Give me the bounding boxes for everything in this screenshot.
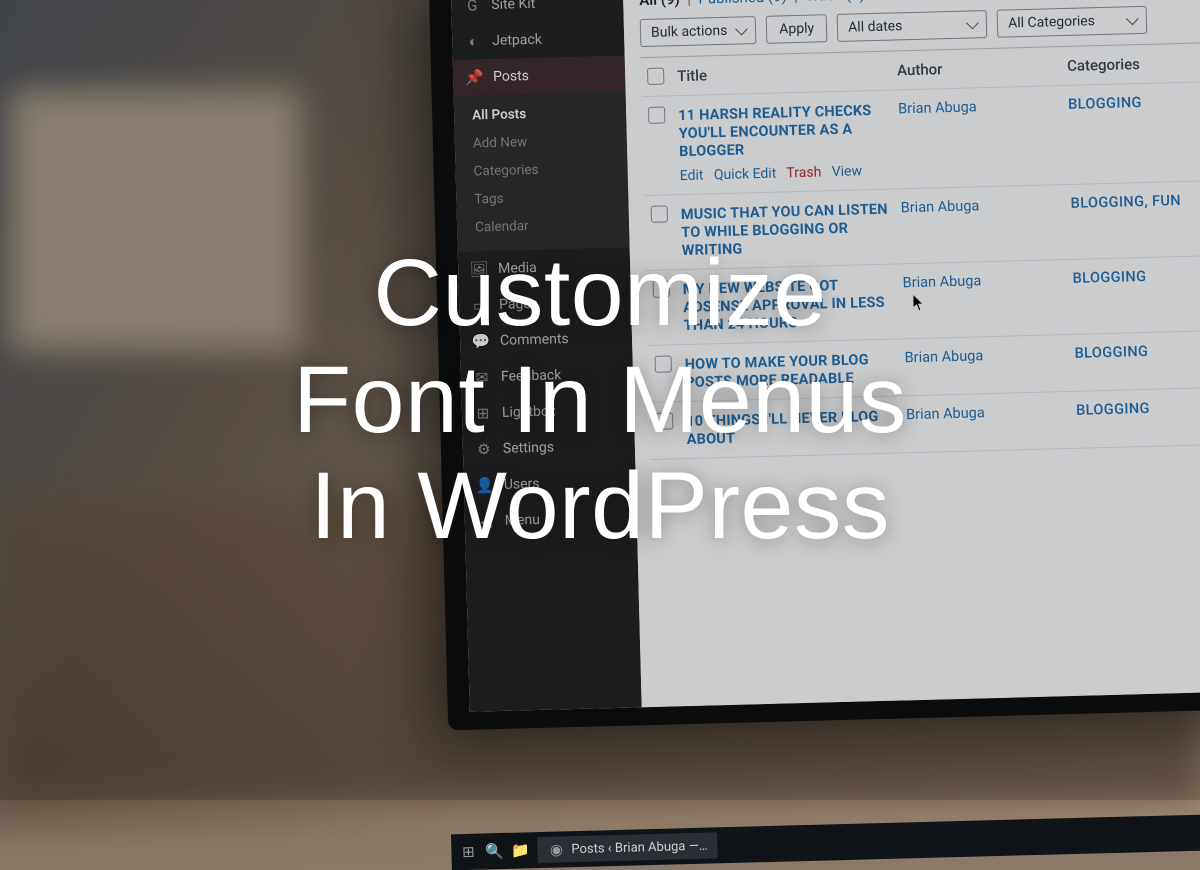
sidebar-item-label: Settings [503, 440, 555, 457]
filter-published[interactable]: Published (9) [698, 0, 791, 8]
pages-icon: ▭ [471, 296, 489, 314]
row-checkbox[interactable] [656, 412, 673, 429]
post-categories-link[interactable]: BLOGGING [1076, 398, 1200, 419]
dates-select[interactable]: All dates [837, 10, 988, 42]
browser-tab[interactable]: ◉ Posts ‹ Brian Abuga —… [537, 832, 718, 863]
post-title-link[interactable]: MUSIC THAT YOU CAN LISTEN TO WHILE BLOGG… [681, 201, 888, 259]
laptop-frame: G Site Kit ◐ Jetpack 📌 Posts All Posts A… [428, 0, 1200, 870]
sidebar-item-label: Comments [500, 331, 569, 349]
post-categories-link[interactable]: BLOGGING [1074, 341, 1200, 362]
sidebar-collapse-menu[interactable]: ◀ Menu [464, 499, 637, 539]
post-title-link[interactable]: HOW TO MAKE YOUR BLOG POSTS MORE READABL… [685, 351, 869, 391]
gear-icon: ⚙ [475, 440, 493, 458]
sidebar-submenu-posts: All Posts Add New Categories Tags Calend… [454, 92, 630, 252]
feedback-icon: ✉ [473, 368, 491, 386]
table-row: MY NEW WEBSITE GOT ADSENSE APPROVAL IN L… [646, 256, 1200, 346]
post-author-link[interactable]: Brian Abuga [906, 402, 1076, 423]
collapse-icon: ◀ [477, 512, 495, 530]
row-checkbox[interactable] [648, 106, 665, 123]
sidebar-item-label: Site Kit [491, 0, 535, 13]
filter-trash[interactable]: Trash (2) [805, 0, 865, 5]
sidebar-item-feedback[interactable]: ✉ Feedback [461, 355, 634, 395]
action-trash[interactable]: Trash [786, 164, 821, 181]
posts-table: Title Author Categories 11 HARSH REALITY… [641, 42, 1200, 460]
sidebar-sub-tags[interactable]: Tags [456, 181, 629, 213]
post-categories-link[interactable]: BLOGGING [1068, 92, 1200, 113]
browser-tab-title: Posts ‹ Brian Abuga —… [571, 838, 707, 857]
col-categories[interactable]: Categories [1067, 53, 1200, 75]
folder-icon[interactable]: 📁 [511, 841, 529, 859]
sidebar-item-settings[interactable]: ⚙ Settings [462, 427, 635, 467]
row-actions: Edit Quick Edit Trash View [680, 162, 900, 184]
post-author-link[interactable]: Brian Abuga [902, 270, 1072, 291]
sidebar-item-label: Jetpack [492, 32, 542, 49]
action-view[interactable]: View [832, 163, 863, 180]
sidebar-sub-all-posts[interactable]: All Posts [454, 98, 627, 130]
media-icon: 🖼 [470, 260, 488, 278]
post-author-link[interactable]: Brian Abuga [898, 96, 1068, 117]
col-title[interactable]: Title [677, 61, 897, 85]
start-icon[interactable]: ⊞ [459, 843, 477, 861]
sidebar-item-posts[interactable]: 📌 Posts [453, 56, 626, 96]
apply-button[interactable]: Apply [766, 14, 828, 44]
action-edit[interactable]: Edit [680, 167, 704, 184]
pin-icon: 📌 [465, 68, 483, 86]
sidebar-item-label: Media [498, 260, 537, 277]
sidebar-item-label: Menu [505, 512, 541, 529]
sidebar-item-users[interactable]: 👤 Users [463, 463, 636, 503]
action-quick-edit[interactable]: Quick Edit [714, 166, 777, 184]
sidebar-item-media[interactable]: 🖼 Media [458, 247, 631, 287]
row-checkbox[interactable] [651, 205, 668, 222]
sidebar-item-jetpack[interactable]: ◐ Jetpack [452, 20, 625, 60]
post-categories-link[interactable]: BLOGGING [1072, 266, 1200, 287]
post-categories-link[interactable]: BLOGGING, FUN [1070, 191, 1200, 212]
row-checkbox[interactable] [653, 280, 670, 297]
sidebar-sub-calendar[interactable]: Calendar [457, 209, 630, 241]
sidebar-sub-add-new[interactable]: Add New [455, 125, 628, 157]
sitekit-icon: G [463, 0, 481, 15]
os-taskbar: ⊞ 🔍 📁 ◉ Posts ‹ Brian Abuga —… [451, 813, 1200, 870]
categories-select[interactable]: All Categories [997, 6, 1148, 38]
users-icon: 👤 [476, 476, 494, 494]
bulk-actions-select[interactable]: Bulk actions [640, 16, 757, 47]
sidebar-item-lightbox[interactable]: ⊞ Lightbox [462, 391, 635, 431]
sidebar-item-label: Posts [493, 68, 529, 85]
background-box [10, 90, 300, 350]
wp-main-panel: All (9) | Published (9) | Trash (2) Bulk… [623, 0, 1200, 707]
comments-icon: 💬 [472, 332, 490, 350]
table-row: MUSIC THAT YOU CAN LISTEN TO WHILE BLOGG… [644, 181, 1200, 271]
post-author-link[interactable]: Brian Abuga [901, 195, 1071, 216]
sidebar-item-label: Lightbox [502, 403, 556, 420]
sidebar-item-label: Pages [499, 296, 538, 313]
sidebar-item-label: Feedback [501, 367, 562, 385]
search-icon[interactable]: 🔍 [485, 842, 503, 860]
wp-sidebar: G Site Kit ◐ Jetpack 📌 Posts All Posts A… [451, 0, 642, 712]
wp-admin-screen: G Site Kit ◐ Jetpack 📌 Posts All Posts A… [451, 0, 1200, 712]
table-row: 11 HARSH REALITY CHECKS YOU'LL ENCOUNTER… [642, 82, 1200, 196]
select-all-checkbox[interactable] [647, 67, 664, 84]
lightbox-icon: ⊞ [474, 404, 492, 422]
sidebar-item-label: Users [504, 476, 540, 493]
sidebar-item-pages[interactable]: ▭ Pages [459, 283, 632, 323]
post-title-link[interactable]: MY NEW WEBSITE GOT ADSENSE APPROVAL IN L… [683, 277, 885, 334]
post-title-link[interactable]: 10 THINGS I'LL NEVER BLOG ABOUT [686, 408, 879, 448]
filter-all[interactable]: All (9) [639, 0, 684, 9]
row-checkbox[interactable] [655, 355, 672, 372]
sidebar-sub-categories[interactable]: Categories [455, 153, 628, 185]
post-author-link[interactable]: Brian Abuga [904, 345, 1074, 366]
chrome-icon: ◉ [547, 840, 565, 858]
col-author[interactable]: Author [897, 57, 1067, 79]
sidebar-item-comments[interactable]: 💬 Comments [460, 319, 633, 359]
post-title-link[interactable]: 11 HARSH REALITY CHECKS YOU'LL ENCOUNTER… [678, 102, 872, 160]
jetpack-icon: ◐ [464, 32, 482, 50]
